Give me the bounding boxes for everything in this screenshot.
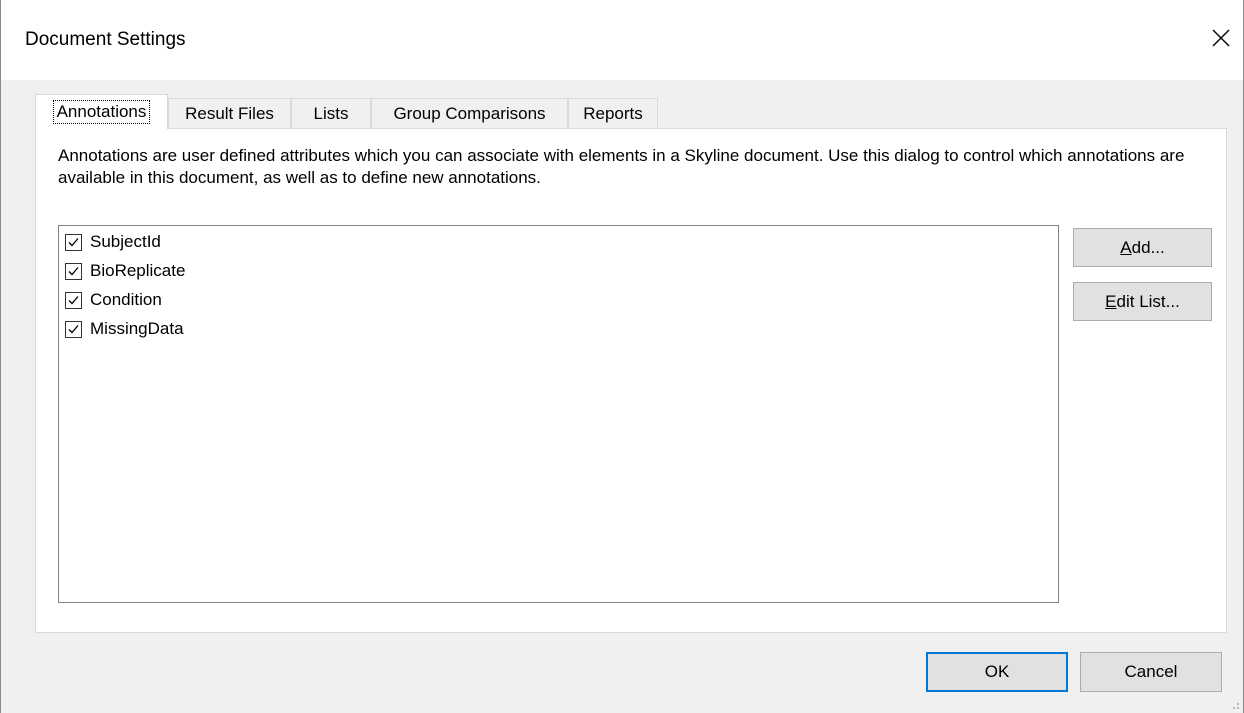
edit-list-label-rest: dit List... (1116, 291, 1180, 311)
annotation-label: Condition (90, 290, 162, 309)
ok-label: OK (984, 662, 1010, 681)
window-title: Document Settings (25, 29, 186, 50)
annotation-checkbox[interactable] (65, 291, 82, 309)
tab-label: Result Files (185, 103, 274, 123)
annotation-label: BioReplicate (90, 261, 186, 280)
cancel-button[interactable]: Cancel (1080, 652, 1222, 692)
list-item-bioreplicate[interactable]: BioReplicate (65, 257, 185, 285)
edit-list-mnemonic: E (1105, 291, 1117, 311)
checkmark-icon (68, 237, 79, 246)
annotations-description: Annotations are user defined attributes … (58, 146, 1185, 187)
annotation-label: MissingData (90, 319, 184, 338)
add-label-rest: dd... (1131, 237, 1165, 257)
add-button[interactable]: Add... (1073, 228, 1212, 267)
tab-group-comparisons[interactable]: Group Comparisons (371, 98, 568, 128)
cancel-label: Cancel (1124, 662, 1178, 681)
resize-grip-icon[interactable] (1227, 698, 1241, 710)
tab-annotations[interactable]: Annotations (35, 94, 168, 129)
tab-label: Lists (313, 103, 349, 123)
add-mnemonic: A (1120, 237, 1132, 257)
tab-label: Group Comparisons (393, 103, 546, 123)
tab-lists[interactable]: Lists (291, 98, 371, 128)
tab-label: Reports (583, 103, 643, 123)
annotation-checkbox[interactable] (65, 320, 82, 338)
checkmark-icon (68, 266, 79, 275)
tab-reports[interactable]: Reports (568, 98, 658, 128)
annotation-checkbox[interactable] (65, 262, 82, 280)
title-bar: Document Settings (1, 0, 1243, 80)
annotations-checked-list[interactable]: SubjectId BioReplicate Condition Missing… (58, 225, 1059, 603)
edit-list-button[interactable]: Edit List... (1073, 282, 1212, 321)
checkmark-icon (68, 324, 79, 333)
close-icon (1212, 29, 1230, 47)
document-settings-dialog: Document Settings Annotations Result Fil… (0, 0, 1244, 713)
tab-result-files[interactable]: Result Files (168, 98, 291, 128)
tab-label: Annotations (52, 100, 151, 124)
list-item-subjectid[interactable]: SubjectId (65, 228, 161, 256)
annotation-label: SubjectId (90, 232, 161, 251)
annotations-tab-panel: Annotations are user defined attributes … (35, 128, 1227, 633)
close-button[interactable] (1199, 18, 1243, 58)
list-item-condition[interactable]: Condition (65, 286, 162, 314)
checkmark-icon (68, 295, 79, 304)
list-item-missingdata[interactable]: MissingData (65, 315, 184, 343)
annotation-checkbox[interactable] (65, 233, 82, 251)
ok-button[interactable]: OK (926, 652, 1068, 692)
